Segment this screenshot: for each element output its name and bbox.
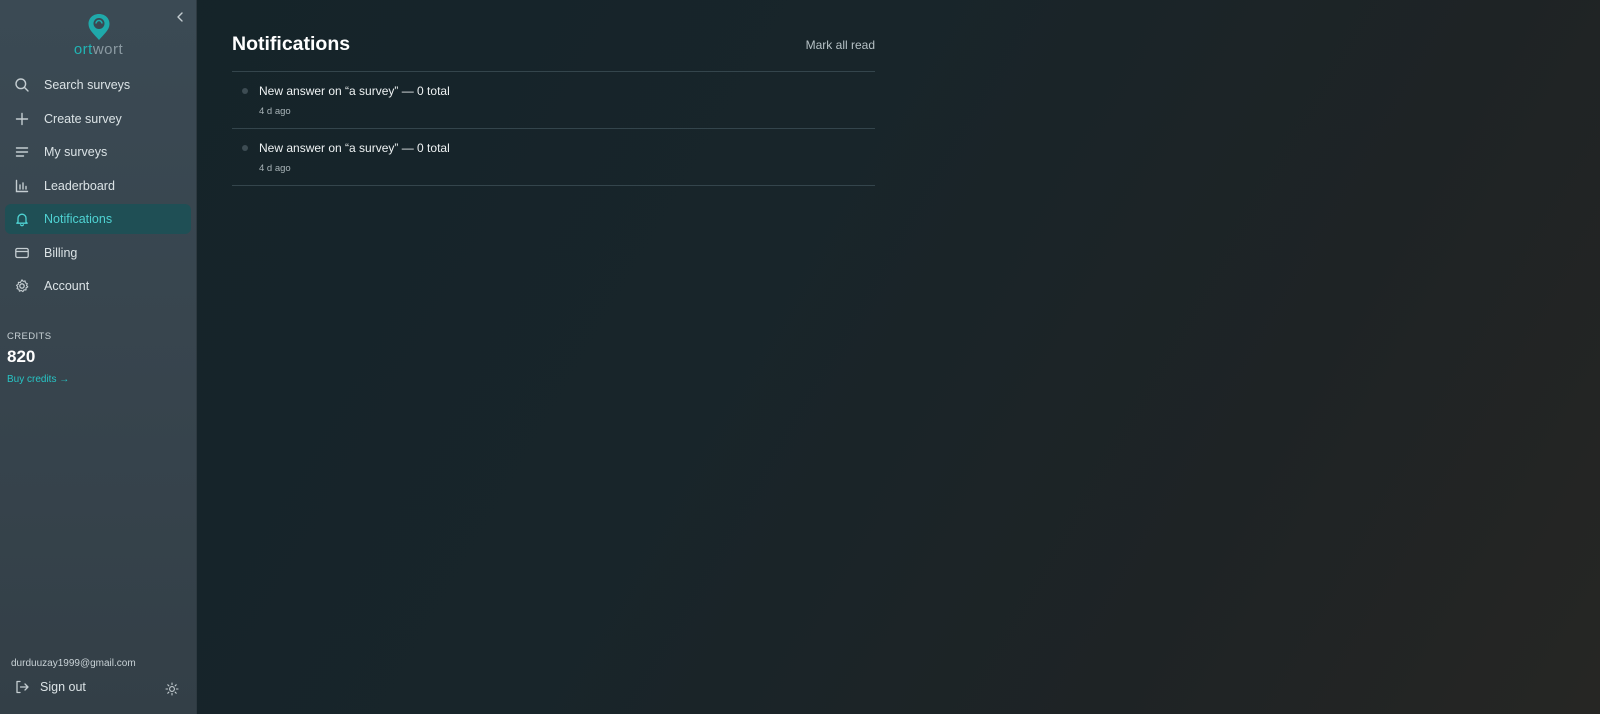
sign-out-button[interactable]: Sign out xyxy=(14,679,86,695)
sidebar-item-label: Search surveys xyxy=(44,78,131,92)
sidebar-item-label: Account xyxy=(44,279,90,293)
list-icon xyxy=(13,143,31,161)
sidebar: ortwort Search surveys Create survey My … xyxy=(0,0,197,714)
notification-message: New answer on “a survey” — 0 total xyxy=(259,84,450,98)
search-icon xyxy=(13,76,31,94)
sidebar-item-search-surveys[interactable]: Search surveys xyxy=(5,70,191,100)
logo-text-part1: ort xyxy=(73,41,93,58)
notification-message: New answer on “a survey” — 0 total xyxy=(259,141,450,155)
sidebar-item-label: My surveys xyxy=(44,145,108,159)
credits-label: CREDITS xyxy=(7,331,52,342)
notification-time: 4 d ago xyxy=(259,106,291,117)
sidebar-item-billing[interactable]: Billing xyxy=(5,238,191,268)
credits-value: 820 xyxy=(7,347,36,366)
credit-card-icon xyxy=(13,244,31,262)
mark-all-read-button[interactable]: Mark all read xyxy=(806,38,875,52)
gear-icon xyxy=(13,277,31,295)
theme-toggle-button[interactable] xyxy=(164,681,180,697)
read-status-dot xyxy=(242,88,248,94)
logo-text: ortwort xyxy=(74,42,123,58)
sun-icon xyxy=(165,682,179,696)
sidebar-item-notifications[interactable]: Notifications xyxy=(5,204,191,234)
notification-list: New answer on “a survey” — 0 total 4 d a… xyxy=(232,71,875,186)
sign-out-icon xyxy=(14,679,30,695)
sidebar-nav: Search surveys Create survey My surveys … xyxy=(5,70,191,305)
page-title: Notifications xyxy=(232,33,351,55)
logo[interactable]: ortwort xyxy=(0,12,197,58)
sidebar-item-label: Leaderboard xyxy=(44,178,115,193)
logo-text-part2: wort xyxy=(92,41,124,58)
read-status-dot xyxy=(242,145,248,151)
notification-item[interactable]: New answer on “a survey” — 0 total 4 d a… xyxy=(232,72,875,129)
sidebar-item-leaderboard[interactable]: Leaderboard xyxy=(5,171,191,201)
sidebar-item-my-surveys[interactable]: My surveys xyxy=(5,137,191,167)
buy-credits-link[interactable]: Buy credits → xyxy=(7,374,69,385)
sidebar-item-account[interactable]: Account xyxy=(5,271,191,301)
notification-time: 4 d ago xyxy=(259,163,291,174)
plus-icon xyxy=(13,110,31,128)
sign-out-label: Sign out xyxy=(40,680,86,694)
sidebar-item-create-survey[interactable]: Create survey xyxy=(5,104,191,134)
sidebar-item-label: Create survey xyxy=(44,111,122,126)
credits-panel: CREDITS 820 Buy credits → xyxy=(7,331,69,385)
logo-pin-icon xyxy=(88,14,109,40)
sidebar-item-label: Notifications xyxy=(44,212,113,226)
sidebar-item-label: Billing xyxy=(44,245,78,260)
notification-item[interactable]: New answer on “a survey” — 0 total 4 d a… xyxy=(232,129,875,186)
bar-chart-icon xyxy=(13,177,31,195)
bell-icon xyxy=(13,210,31,228)
user-email: durduuzay1999@gmail.com xyxy=(11,658,136,669)
